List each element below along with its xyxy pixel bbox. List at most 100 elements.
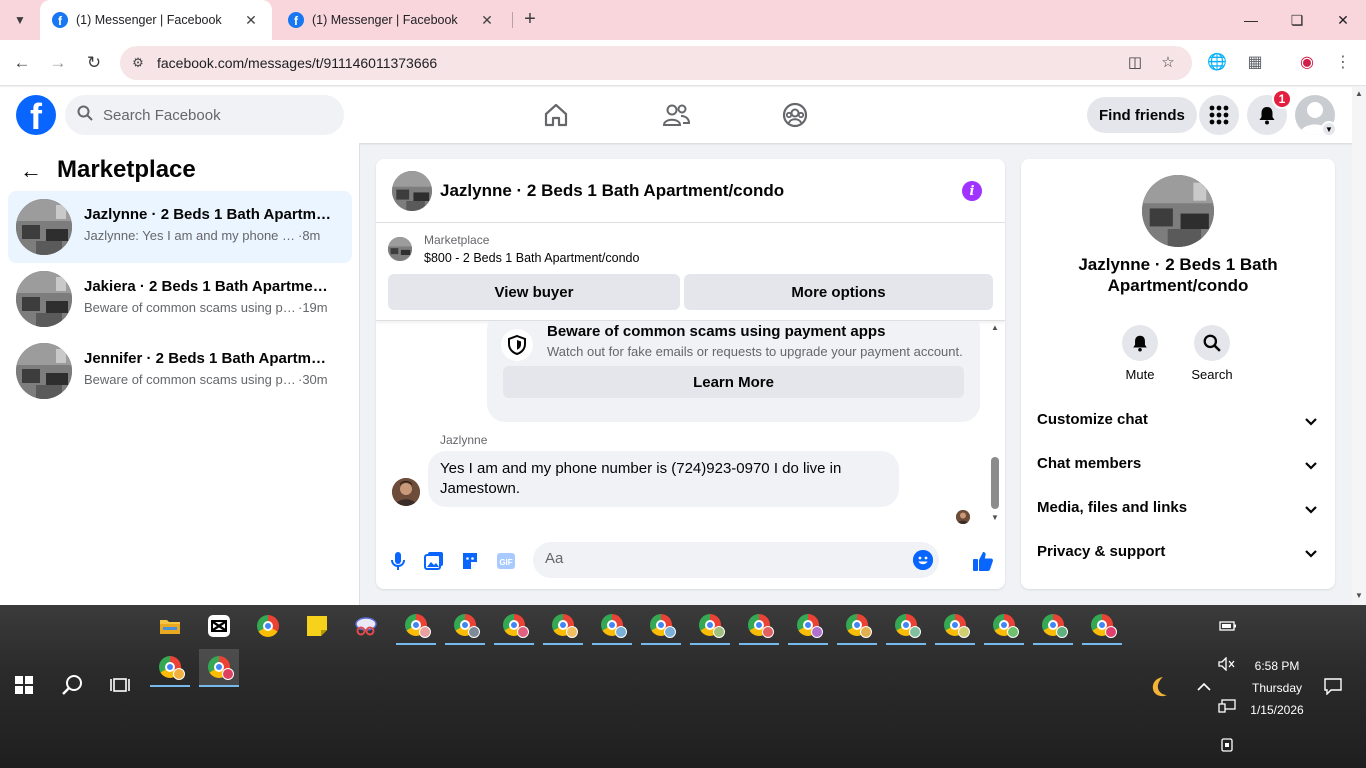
- chrome-profile-window[interactable]: [641, 607, 681, 645]
- translate-globe-icon[interactable]: 🌐: [1206, 52, 1228, 74]
- address-bar[interactable]: ⚙ facebook.com/messages/t/91114601137366…: [120, 46, 1192, 80]
- sender-avatar[interactable]: [392, 478, 420, 506]
- install-app-icon[interactable]: ◫: [1125, 53, 1145, 73]
- listing-price-title[interactable]: $800 - 2 Beds 1 Bath Apartment/condo: [424, 251, 639, 265]
- microphone-icon[interactable]: [386, 549, 410, 573]
- windows-start-icon[interactable]: [8, 667, 40, 703]
- capcut-icon[interactable]: [199, 607, 239, 645]
- file-explorer-icon[interactable]: [150, 607, 190, 645]
- reload-icon[interactable]: ↻: [80, 49, 108, 77]
- media-files-links-section[interactable]: Media, files and links: [1029, 487, 1327, 531]
- search-icon[interactable]: [1194, 325, 1230, 361]
- back-arrow-icon[interactable]: ←: [20, 159, 44, 183]
- sticky-notes-icon[interactable]: [297, 607, 337, 645]
- chrome-profile-window[interactable]: [1033, 607, 1073, 645]
- chrome-profile-window[interactable]: [445, 607, 485, 645]
- more-options-button[interactable]: More options: [684, 274, 993, 310]
- action-center-icon[interactable]: [1320, 673, 1346, 699]
- chrome-profile-window[interactable]: [984, 607, 1024, 645]
- site-info-icon[interactable]: ⚙: [130, 55, 146, 71]
- view-buyer-button[interactable]: View buyer: [388, 274, 680, 310]
- browser-tab-1[interactable]: f (1) Messenger | Facebook ✕: [40, 0, 272, 40]
- bell-icon[interactable]: [1122, 325, 1158, 361]
- chat-members-section[interactable]: Chat members: [1029, 443, 1327, 487]
- find-friends-button[interactable]: Find friends: [1087, 97, 1197, 133]
- conversation-item[interactable]: Jazlynne · 2 Beds 1 Bath Apartment/condo…: [8, 191, 352, 263]
- chat-title[interactable]: Jazlynne · 2 Beds 1 Bath Apartment/condo: [440, 181, 784, 201]
- message-bubble[interactable]: Yes I am and my phone number is (724)923…: [428, 451, 899, 507]
- chrome-icon[interactable]: [248, 607, 288, 645]
- close-tab-icon[interactable]: ✕: [478, 12, 496, 29]
- url-text[interactable]: facebook.com/messages/t/911146011373666: [157, 55, 437, 71]
- gif-icon[interactable]: GIF: [494, 549, 518, 573]
- forward-arrow-icon[interactable]: →: [44, 49, 72, 77]
- sticker-icon[interactable]: [458, 549, 482, 573]
- chrome-profile-window[interactable]: [494, 607, 534, 645]
- scroll-down-arrow-icon[interactable]: ▼: [1354, 591, 1364, 600]
- privacy-support-section[interactable]: Privacy & support: [1029, 531, 1327, 575]
- learn-more-button[interactable]: Learn More: [503, 366, 964, 398]
- battery-icon[interactable]: [1216, 617, 1240, 635]
- search-input[interactable]: [103, 106, 323, 124]
- conversation-item[interactable]: Jennifer · 2 Beds 1 Bath Apartment/condo…: [8, 335, 352, 407]
- scrollbar-thumb[interactable]: [991, 457, 999, 509]
- bookmark-star-icon[interactable]: ☆: [1158, 53, 1178, 73]
- message-thread[interactable]: Beware of common scams using payment app…: [376, 321, 1005, 531]
- mute-action[interactable]: Mute: [1110, 325, 1170, 382]
- groups-icon[interactable]: [779, 99, 811, 131]
- tab-search-icon[interactable]: ▼: [6, 6, 34, 34]
- message-scrollbar[interactable]: ▲ ▼: [988, 323, 1002, 523]
- chrome-profile-window[interactable]: [592, 607, 632, 645]
- chrome-profile-window[interactable]: [1082, 607, 1122, 645]
- menu-grid-icon[interactable]: [1199, 95, 1239, 135]
- thumbs-up-icon[interactable]: [971, 549, 995, 573]
- chrome-profile-window[interactable]: [543, 607, 583, 645]
- chrome-profile-window-active[interactable]: [199, 649, 239, 687]
- chevron-up-icon[interactable]: [1192, 677, 1216, 697]
- new-tab-button[interactable]: +: [518, 8, 542, 32]
- conversation-item[interactable]: Jakiera · 2 Beds 1 Bath Apartment/condo …: [8, 263, 352, 335]
- browser-menu-icon[interactable]: ⋮: [1332, 52, 1354, 74]
- page-scrollbar[interactable]: ▲ ▼: [1352, 87, 1366, 605]
- browser-tab-2[interactable]: f (1) Messenger | Facebook ✕: [276, 0, 508, 40]
- network-icon[interactable]: [1216, 697, 1238, 715]
- chrome-profile-window[interactable]: [739, 607, 779, 645]
- rotation-lock-icon[interactable]: [1216, 735, 1238, 753]
- volume-muted-icon[interactable]: [1216, 655, 1238, 673]
- emoji-icon[interactable]: [913, 550, 933, 570]
- close-window-button[interactable]: ✕: [1320, 0, 1366, 40]
- message-input-wrapper[interactable]: [533, 542, 939, 578]
- scroll-up-arrow-icon[interactable]: ▲: [990, 323, 1000, 332]
- close-tab-icon[interactable]: ✕: [242, 12, 260, 29]
- customize-chat-section[interactable]: Customize chat: [1029, 399, 1327, 443]
- chrome-profile-window[interactable]: [935, 607, 975, 645]
- snipping-tool-icon[interactable]: [346, 607, 386, 645]
- friends-icon[interactable]: [660, 99, 692, 131]
- profile-icon[interactable]: ◉: [1296, 52, 1318, 74]
- message-input[interactable]: [545, 550, 915, 567]
- search-icon[interactable]: [56, 667, 88, 703]
- chrome-profile-window[interactable]: [788, 607, 828, 645]
- chevron-down-icon[interactable]: ▼: [1321, 121, 1337, 137]
- moon-icon[interactable]: [1146, 673, 1174, 701]
- facebook-search[interactable]: [65, 95, 344, 135]
- listing-avatar[interactable]: [1142, 175, 1214, 247]
- scroll-down-arrow-icon[interactable]: ▼: [990, 513, 1000, 522]
- restore-button[interactable]: ❏: [1274, 0, 1320, 40]
- home-icon[interactable]: [540, 99, 572, 131]
- chrome-profile-window[interactable]: [150, 649, 190, 687]
- info-icon[interactable]: i: [962, 181, 982, 201]
- photo-icon[interactable]: [422, 549, 446, 573]
- minimize-button[interactable]: —: [1228, 0, 1274, 40]
- chat-thumbnail[interactable]: [392, 171, 432, 211]
- system-clock[interactable]: 6:58 PM Thursday 1/15/2026: [1242, 655, 1312, 721]
- chrome-profile-window[interactable]: [886, 607, 926, 645]
- chrome-profile-window[interactable]: [690, 607, 730, 645]
- extensions-puzzle-icon[interactable]: ▦: [1244, 52, 1266, 74]
- scroll-up-arrow-icon[interactable]: ▲: [1354, 89, 1364, 98]
- task-view-icon[interactable]: [104, 667, 136, 703]
- search-action[interactable]: Search: [1182, 325, 1242, 382]
- facebook-logo-icon[interactable]: f: [16, 95, 56, 135]
- chrome-profile-window[interactable]: [837, 607, 877, 645]
- back-arrow-icon[interactable]: ←: [8, 49, 36, 77]
